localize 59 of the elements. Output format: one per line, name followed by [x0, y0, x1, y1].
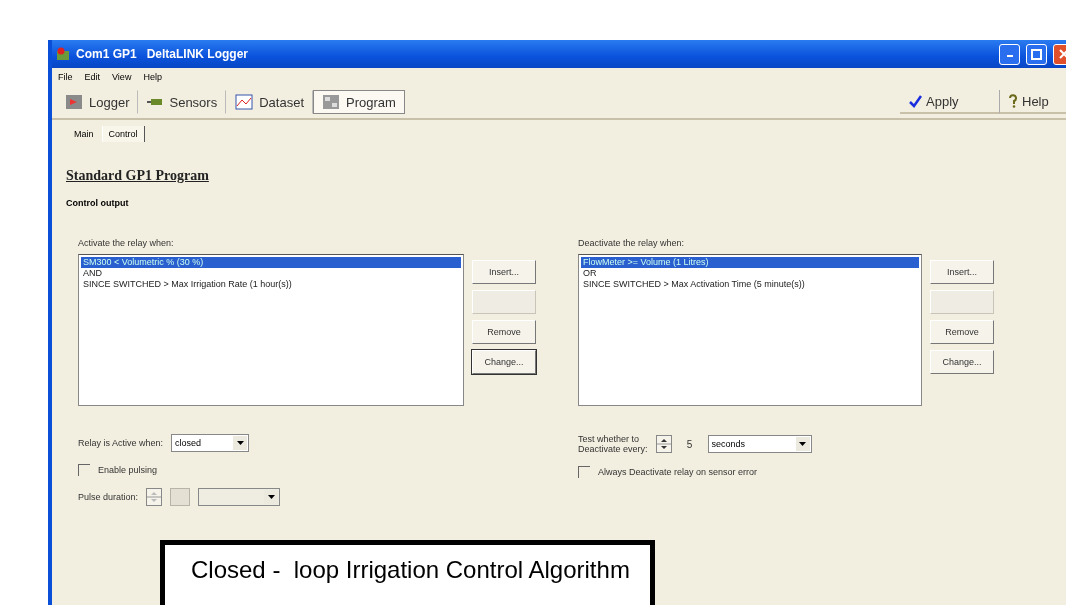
list-label: Deactivate the relay when: [578, 238, 686, 248]
list-item[interactable]: AND [81, 268, 461, 279]
toolbar-button[interactable]: Dataset [226, 90, 313, 114]
close-icon [1058, 49, 1066, 59]
condition-list[interactable]: FlowMeter >= Volume (1 Litres) OR SINCE SWITCHED > Max Activation Time (5 minute(s)) [578, 254, 922, 406]
field-label: Relay is Active when: [78, 438, 164, 448]
page-heading: Standard GP1 Program [66, 168, 210, 184]
menu-item[interactable]: Edit [84, 72, 101, 82]
dropdown-arrow-icon [267, 495, 275, 499]
spin-buttons[interactable] [655, 435, 672, 453]
help-icon [1008, 94, 1018, 108]
sensor-icon [147, 97, 164, 107]
spin-buttons [146, 488, 163, 506]
minimize-button[interactable] [999, 43, 1020, 65]
dropdown-arrow-icon [799, 442, 807, 446]
logger-icon [65, 94, 83, 110]
number-field[interactable]: 5 [679, 435, 700, 453]
list-label: Activate the relay when: [78, 238, 175, 248]
list-item[interactable]: SINCE SWITCHED > Max Activation Time (5 minute(s)) [581, 279, 919, 290]
app-icon [56, 47, 70, 61]
program-icon [322, 94, 340, 110]
menu-item[interactable]: View [112, 72, 132, 82]
condition-list[interactable]: SM300 < Volumetric % (30 %) AND SINCE SWITCHED > Max Irrigation Rate (1 hour(s)) [78, 254, 464, 406]
maximize-button[interactable] [1026, 43, 1047, 65]
maximize-icon [1031, 48, 1042, 60]
checkbox-label: Enable pulsing [98, 465, 158, 475]
unit-dropdown[interactable] [198, 488, 281, 506]
list-item[interactable]: FlowMeter >= Volume (1 Litres) [581, 257, 919, 268]
checkmark-icon [908, 94, 922, 108]
tab[interactable]: Main [68, 126, 100, 142]
action-button[interactable]: Remove [930, 320, 994, 344]
checkbox[interactable] [578, 466, 590, 478]
toolbar-button[interactable]: Sensors [138, 90, 227, 114]
list-item[interactable]: SINCE SWITCHED > Max Irrigation Rate (1 hour(s)) [81, 279, 461, 290]
section-title: Control output [66, 198, 130, 208]
action-button[interactable]: Insert... [930, 260, 994, 284]
action-button[interactable]: Change... [472, 350, 536, 374]
list-item[interactable]: SM300 < Volumetric % (30 %) [81, 257, 461, 268]
menu-item[interactable]: Help [143, 72, 162, 82]
checkbox-label: Always Deactivate relay on sensor error [598, 467, 758, 477]
toolbar-button[interactable]: Program [313, 90, 405, 114]
toolbar-button[interactable]: Logger [56, 90, 139, 114]
action-button[interactable]: Change... [930, 350, 994, 374]
toolbar-button[interactable]: Apply [900, 90, 1000, 114]
field-label: Test whether to Deactivate every: [578, 434, 648, 454]
window-title: Com1 GP1 DeltaLINK Logger [76, 47, 250, 61]
menu-item[interactable]: File [58, 72, 73, 82]
checkbox[interactable] [78, 464, 90, 476]
dropdown-arrow-icon [236, 441, 244, 445]
relay-dropdown[interactable]: closed [171, 434, 250, 452]
toolbar-button[interactable]: Help [1000, 90, 1066, 114]
tab[interactable]: Control [101, 126, 145, 142]
action-button[interactable]: Insert... [472, 260, 536, 284]
list-item[interactable]: OR [581, 268, 919, 279]
chart-icon [235, 94, 254, 110]
field-label: Pulse duration: [78, 492, 139, 502]
action-button[interactable]: Remove [472, 320, 536, 344]
caption: Closed - loop Irrigation Control Algorithm [160, 540, 655, 605]
unit-dropdown[interactable]: seconds [707, 435, 812, 453]
